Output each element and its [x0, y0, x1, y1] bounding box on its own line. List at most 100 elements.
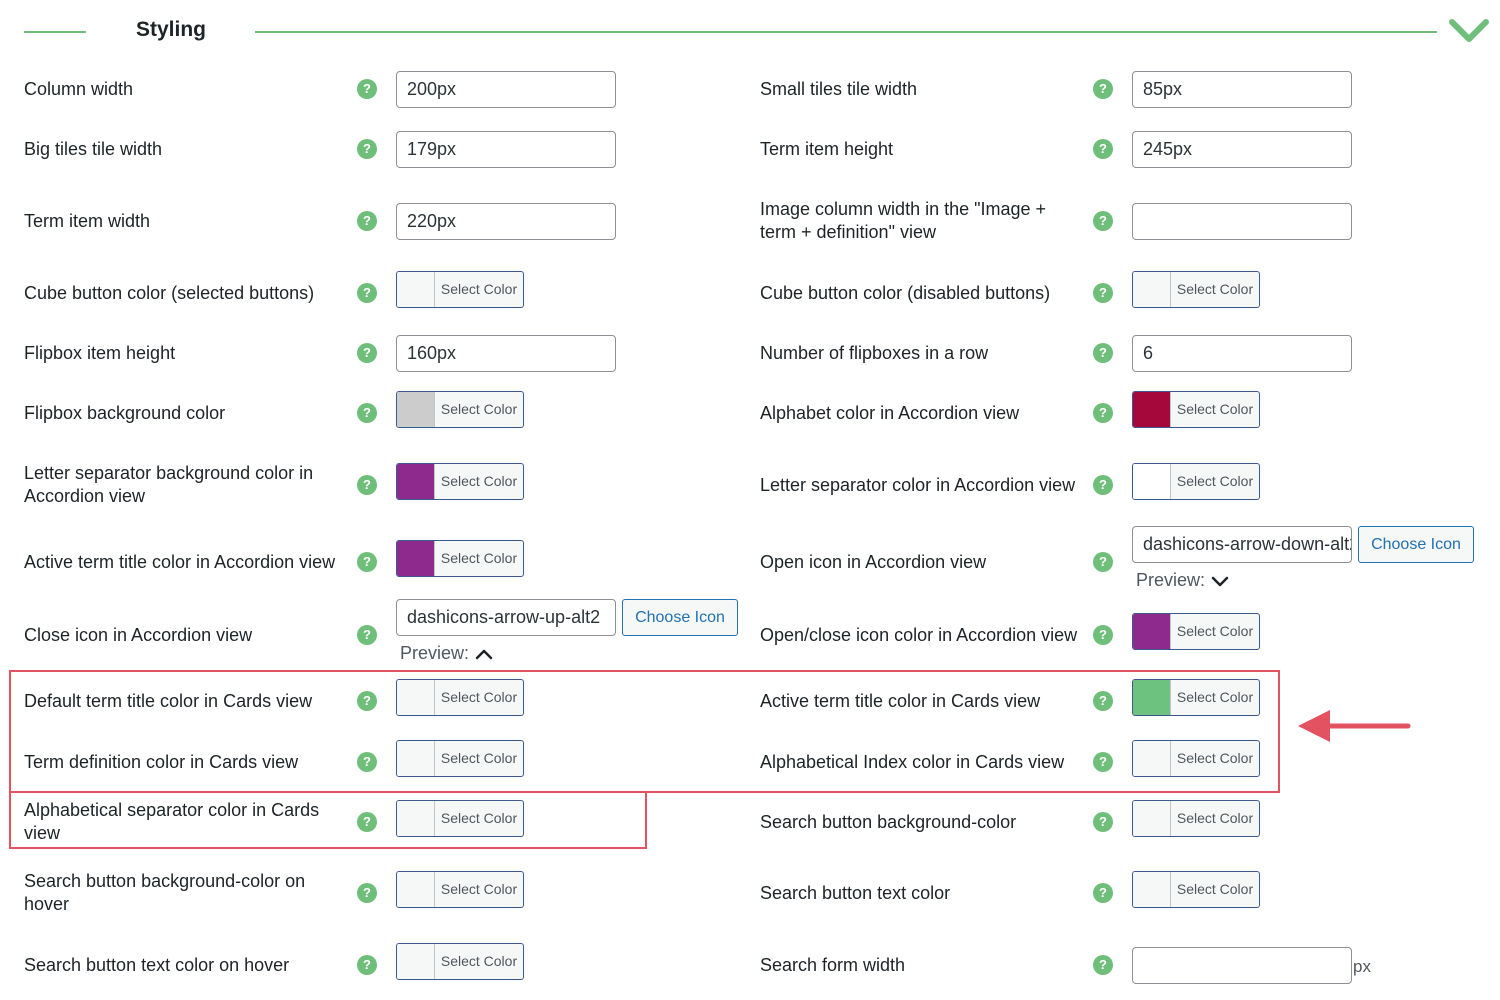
- help-icon[interactable]: ?: [357, 552, 377, 572]
- input-small-tiles-width[interactable]: 85px: [1132, 71, 1352, 108]
- help-icon[interactable]: ?: [357, 79, 377, 99]
- select-color-button-flipbox-bg-color[interactable]: Select Color: [396, 391, 524, 428]
- select-color-button-search-btn-text[interactable]: Select Color: [1132, 871, 1260, 908]
- help-icon[interactable]: ?: [1093, 343, 1113, 363]
- help-icon[interactable]: ?: [357, 955, 377, 975]
- field-label-letter-sep-accordion: Letter separator color in Accordion view: [760, 474, 1076, 495]
- unit-label: px: [1353, 957, 1371, 976]
- color-swatch: [1133, 464, 1171, 499]
- help-icon[interactable]: ?: [357, 139, 377, 159]
- input-image-column-width[interactable]: [1132, 203, 1352, 240]
- select-color-button-search-btn-bg-hover[interactable]: Select Color: [396, 871, 524, 908]
- help-icon[interactable]: ?: [1093, 552, 1113, 572]
- field-label-cube-disabled-color: Cube button color (disabled buttons): [760, 282, 1051, 303]
- help-icon[interactable]: ?: [1093, 283, 1113, 303]
- input-term-item-height[interactable]: 245px: [1132, 131, 1352, 168]
- select-color-label: Select Color: [1176, 623, 1254, 639]
- input-flipboxes-per-row[interactable]: 6: [1132, 335, 1352, 372]
- icon-input-close-icon-accordion[interactable]: dashicons-arrow-up-alt2: [396, 599, 616, 636]
- highlight-box-corner: [645, 791, 647, 793]
- field-label-letter-sep-bg-accordion: Letter separator background color in Acc…: [24, 463, 314, 506]
- color-swatch: [397, 944, 435, 979]
- help-icon[interactable]: ?: [1093, 139, 1113, 159]
- header-divider-right: [255, 31, 1437, 33]
- help-icon[interactable]: ?: [357, 343, 377, 363]
- field-label-flipbox-height: Flipbox item height: [24, 342, 176, 363]
- field-label-active-term-accordion: Active term title color in Accordion vie…: [24, 551, 336, 572]
- select-color-label: Select Color: [1176, 881, 1254, 897]
- select-color-button-open-close-icon-color[interactable]: Select Color: [1132, 613, 1260, 650]
- select-color-button-search-btn-bg[interactable]: Select Color: [1132, 800, 1260, 837]
- help-icon[interactable]: ?: [1093, 403, 1113, 423]
- field-label-cube-selected-color: Cube button color (selected buttons): [24, 282, 315, 303]
- color-swatch: [1133, 614, 1171, 649]
- field-label-open-icon-accordion: Open icon in Accordion view: [760, 551, 987, 572]
- collapse-chevron-icon[interactable]: [1446, 14, 1492, 48]
- choose-icon-button[interactable]: Choose Icon: [1358, 526, 1474, 563]
- input-big-tiles-width[interactable]: 179px: [396, 131, 616, 168]
- color-swatch: [1133, 872, 1171, 907]
- field-label-search-btn-text: Search button text color: [760, 882, 951, 903]
- help-icon[interactable]: ?: [357, 625, 377, 645]
- select-color-label: Select Color: [1176, 281, 1254, 297]
- input-flipbox-height[interactable]: 160px: [396, 335, 616, 372]
- help-icon[interactable]: ?: [1093, 812, 1113, 832]
- input-search-form-width[interactable]: [1132, 947, 1352, 984]
- color-swatch: [1133, 272, 1171, 307]
- help-icon[interactable]: ?: [357, 883, 377, 903]
- field-label-search-btn-bg-hover: Search button background-color on hover: [24, 871, 306, 914]
- help-icon[interactable]: ?: [1093, 79, 1113, 99]
- color-swatch: [397, 872, 435, 907]
- field-label-term-item-width: Term item width: [24, 210, 151, 231]
- callout-arrow-icon: [1298, 710, 1411, 742]
- icon-preview: Preview:: [400, 643, 493, 664]
- help-icon[interactable]: ?: [1093, 211, 1113, 231]
- select-color-label: Select Color: [440, 281, 518, 297]
- color-swatch: [397, 392, 435, 427]
- select-color-button-active-term-accordion[interactable]: Select Color: [396, 540, 524, 577]
- select-color-label: Select Color: [1176, 810, 1254, 826]
- arrow-up-icon: [475, 650, 493, 660]
- preview-label: Preview:: [400, 643, 470, 663]
- input-column-width[interactable]: 200px: [396, 71, 616, 108]
- field-label-open-close-icon-color: Open/close icon color in Accordion view: [760, 624, 1078, 645]
- icon-input-open-icon-accordion[interactable]: dashicons-arrow-down-alt2: [1132, 526, 1352, 563]
- select-color-label: Select Color: [440, 401, 518, 417]
- help-icon[interactable]: ?: [1093, 955, 1113, 975]
- field-label-small-tiles-width: Small tiles tile width: [760, 78, 918, 99]
- color-swatch: [397, 464, 435, 499]
- help-icon[interactable]: ?: [1093, 883, 1113, 903]
- color-swatch: [397, 272, 435, 307]
- select-color-button-search-btn-text-hover[interactable]: Select Color: [396, 943, 524, 980]
- select-color-label: Select Color: [1176, 473, 1254, 489]
- field-label-image-column-width: Image column width in the "Image + term …: [760, 199, 1047, 242]
- field-label-search-form-width: Search form width: [760, 954, 906, 975]
- input-term-item-width[interactable]: 220px: [396, 203, 616, 240]
- arrow-down-icon: [1211, 577, 1229, 587]
- preview-label: Preview:: [1136, 570, 1206, 590]
- help-icon[interactable]: ?: [357, 283, 377, 303]
- field-label-alphabet-accordion-color: Alphabet color in Accordion view: [760, 402, 1020, 423]
- help-icon[interactable]: ?: [357, 211, 377, 231]
- help-icon[interactable]: ?: [357, 403, 377, 423]
- color-swatch: [1133, 392, 1171, 427]
- choose-icon-button[interactable]: Choose Icon: [622, 599, 738, 636]
- select-color-button-alphabet-accordion-color[interactable]: Select Color: [1132, 391, 1260, 428]
- field-label-term-item-height: Term item height: [760, 138, 894, 159]
- color-swatch: [397, 541, 435, 576]
- select-color-button-cube-selected-color[interactable]: Select Color: [396, 271, 524, 308]
- select-color-button-letter-sep-accordion[interactable]: Select Color: [1132, 463, 1260, 500]
- select-color-button-cube-disabled-color[interactable]: Select Color: [1132, 271, 1260, 308]
- field-label-search-btn-text-hover: Search button text color on hover: [24, 954, 290, 975]
- select-color-label: Select Color: [440, 881, 518, 897]
- help-icon[interactable]: ?: [1093, 475, 1113, 495]
- help-icon[interactable]: ?: [1093, 625, 1113, 645]
- select-color-label: Select Color: [440, 473, 518, 489]
- select-color-label: Select Color: [440, 550, 518, 566]
- select-color-button-letter-sep-bg-accordion[interactable]: Select Color: [396, 463, 524, 500]
- header-divider-left: [24, 31, 86, 33]
- highlight-box-cards-colors: [9, 670, 1280, 793]
- help-icon[interactable]: ?: [357, 475, 377, 495]
- icon-preview: Preview:: [1136, 570, 1229, 591]
- select-color-label: Select Color: [1176, 401, 1254, 417]
